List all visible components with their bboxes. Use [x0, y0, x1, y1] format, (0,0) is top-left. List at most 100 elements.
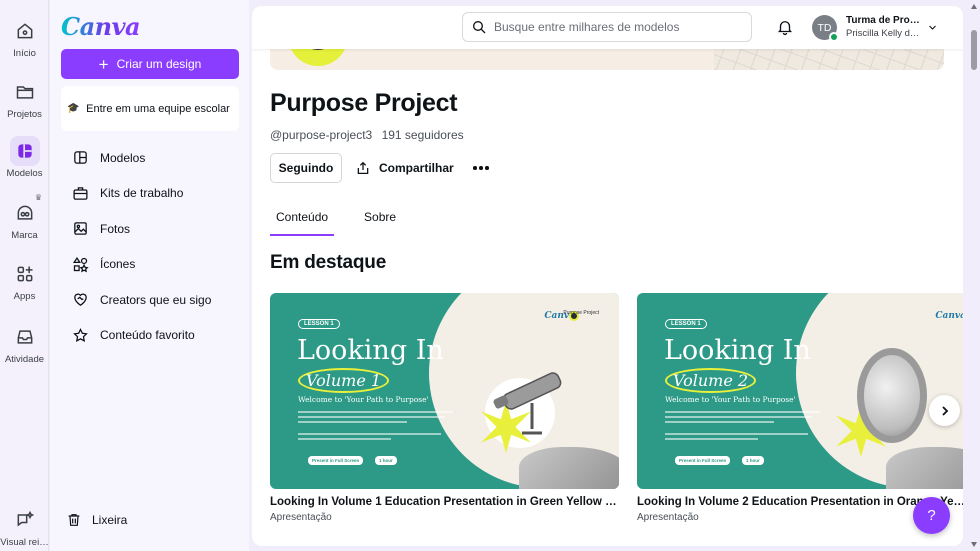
- rail-label: Projetos: [7, 109, 42, 120]
- trash-label: Lixeira: [92, 513, 128, 527]
- thumb-pill: 1 hour: [742, 456, 764, 465]
- more-dot: [479, 166, 483, 170]
- briefcase-icon: [73, 186, 88, 200]
- nav-label: Kits de trabalho: [100, 186, 184, 201]
- template-card[interactable]: LESSON 1 Looking In Volume 2 Welcome to …: [637, 293, 963, 523]
- more-dot: [485, 166, 489, 170]
- join-school-team-label: Entre em uma equipe escolar: [86, 102, 230, 115]
- template-type: Apresentação: [270, 512, 332, 523]
- scroll-thumb[interactable]: [971, 30, 977, 70]
- avatar[interactable]: TD: [812, 15, 839, 42]
- tab-about[interactable]: Sobre: [358, 205, 402, 236]
- rail-item-projects[interactable]: Projetos: [0, 77, 49, 120]
- scroll-down-arrow[interactable]: [971, 542, 977, 547]
- rail-item-home[interactable]: Início: [0, 16, 49, 59]
- brand-icon: [10, 198, 40, 228]
- search-input[interactable]: [494, 20, 744, 34]
- rail-label: Marca: [11, 230, 38, 241]
- search-box[interactable]: [462, 12, 752, 42]
- thumb-rock: [519, 447, 619, 489]
- canva-logo[interactable]: Canva: [61, 12, 141, 41]
- heart-handshake-icon: [74, 293, 87, 307]
- trash-link[interactable]: Lixeira: [66, 512, 127, 528]
- templates-icon: [9, 136, 40, 166]
- chevron-right-icon: [941, 405, 948, 416]
- page-title: Purpose Project: [270, 89, 458, 117]
- more-options-button[interactable]: [470, 158, 492, 178]
- rail-item-visual[interactable]: Visual rei…: [0, 505, 49, 548]
- template-card[interactable]: LESSON 1 Looking In Volume 1 Welcome to …: [270, 293, 619, 523]
- join-school-team-card[interactable]: 🎓 Entre em uma equipe escolar: [61, 86, 239, 131]
- bell-icon[interactable]: [776, 18, 794, 36]
- nav-label: Conteúdo favorito: [100, 328, 195, 343]
- featured-heading: Em destaque: [270, 252, 387, 273]
- online-status-dot: [829, 32, 839, 42]
- nav-item-favorites[interactable]: Conteúdo favorito: [72, 318, 242, 354]
- thumb-welcome: Welcome to 'Your Path to Purpose': [665, 395, 796, 404]
- page-scrollbar[interactable]: [968, 0, 980, 551]
- help-button[interactable]: ?: [913, 497, 950, 534]
- profile-meta: @purpose-project3 191 seguidores: [270, 128, 470, 142]
- thumb-body-text: [665, 411, 820, 443]
- graduation-cap-icon: 🎓: [67, 103, 80, 114]
- side-panel: Canva + Criar um design 🎓 Entre em uma e…: [50, 0, 249, 551]
- thumb-body-text: [298, 411, 453, 443]
- nav-label: Modelos: [100, 150, 146, 165]
- panel-nav: Modelos Kits de trabalho Fotos Ícones Cr…: [72, 140, 242, 353]
- nav-item-creators[interactable]: Creators que eu sigo: [72, 282, 242, 318]
- rail-item-activity[interactable]: Atividade: [0, 322, 49, 365]
- rail-item-apps[interactable]: Apps: [0, 259, 49, 302]
- tab-content[interactable]: Conteúdo: [270, 205, 335, 236]
- shapes-icon: [72, 256, 89, 273]
- thumb-lesson-tag: LESSON 1: [665, 319, 707, 329]
- nav-label: Ícones: [100, 257, 136, 272]
- chevron-down-icon[interactable]: [928, 23, 937, 32]
- avatar-initials: TD: [817, 21, 832, 34]
- nav-label: Creators que eu sigo: [100, 292, 212, 307]
- plus-icon: +: [98, 54, 109, 74]
- thumb-heading: Looking In: [297, 335, 444, 366]
- template-thumbnail[interactable]: LESSON 1 Looking In Volume 2 Welcome to …: [637, 293, 963, 489]
- thumb-brand: Canva: [935, 311, 963, 321]
- thumb-lesson-tag: LESSON 1: [298, 319, 340, 329]
- template-title[interactable]: Looking In Volume 1 Education Presentati…: [270, 496, 619, 508]
- star-icon: [73, 327, 88, 342]
- share-icon: [357, 161, 369, 174]
- inbox-icon: [10, 322, 40, 352]
- scroll-up-arrow[interactable]: [971, 4, 977, 9]
- account-name: Turma de Prof…: [846, 15, 922, 26]
- sparkle-chat-icon: [10, 505, 40, 535]
- layout-icon: [74, 151, 87, 165]
- nav-item-templates[interactable]: Modelos: [72, 140, 242, 176]
- thumb-volume: Volume 1: [298, 368, 390, 393]
- account-subtitle: Priscilla Kelly d…: [846, 28, 920, 39]
- share-label: Compartilhar: [379, 161, 454, 175]
- thumb-welcome: Welcome to 'Your Path to Purpose': [298, 395, 429, 404]
- thumb-pill: Present in Full Screen: [308, 456, 364, 465]
- apps-icon: [10, 259, 40, 289]
- nav-item-kits[interactable]: Kits de trabalho: [72, 176, 242, 212]
- rail-label: Início: [13, 48, 36, 59]
- thumb-partner: Purpose Project: [563, 310, 599, 316]
- rail-label: Atividade: [4, 354, 45, 365]
- rail-item-templates[interactable]: Modelos: [0, 136, 49, 179]
- left-rail: Início Projetos Modelos ♛ Marca Apps Ati…: [0, 0, 49, 551]
- thumb-rock: [886, 447, 963, 489]
- share-button[interactable]: Compartilhar: [355, 153, 454, 183]
- thumb-volume: Volume 2: [665, 368, 757, 393]
- nav-item-icons[interactable]: Ícones: [72, 247, 242, 283]
- following-button[interactable]: Seguindo: [270, 153, 342, 183]
- more-dot: [473, 166, 477, 170]
- search-icon: [473, 21, 486, 34]
- template-thumbnail[interactable]: LESSON 1 Looking In Volume 1 Welcome to …: [270, 293, 619, 489]
- nav-item-photos[interactable]: Fotos: [72, 211, 242, 247]
- account-switcher[interactable]: Turma de Prof… Priscilla Kelly d…: [846, 15, 922, 39]
- rail-item-brand[interactable]: ♛ Marca: [0, 193, 49, 241]
- create-design-label: Criar um design: [116, 57, 202, 71]
- followers-count: 191 seguidores: [381, 128, 464, 142]
- carousel-next-button[interactable]: [929, 395, 960, 426]
- create-design-button[interactable]: + Criar um design: [61, 49, 239, 79]
- trash-icon: [68, 514, 80, 526]
- nav-label: Fotos: [100, 221, 131, 236]
- top-bar: TD Turma de Prof… Priscilla Kelly d…: [252, 6, 963, 49]
